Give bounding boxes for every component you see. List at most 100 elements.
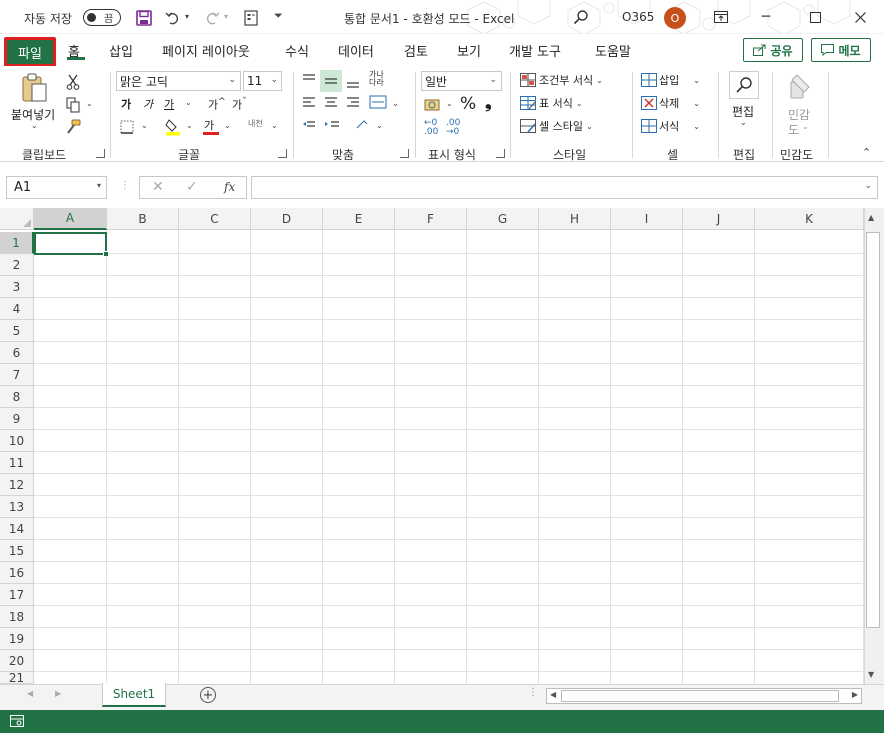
copy-icon[interactable] xyxy=(64,96,82,114)
tab-developer[interactable]: 개발 도구 xyxy=(509,41,561,60)
sensitivity-dropdown-icon[interactable]: ⌄ xyxy=(802,122,809,131)
row-header[interactable]: 20 xyxy=(0,650,34,672)
insert-function-button[interactable]: fx xyxy=(224,180,235,194)
row-header[interactable]: 11 xyxy=(0,452,34,474)
paste-dropdown-icon[interactable]: ⌄ xyxy=(31,121,38,130)
cell-styles-button[interactable]: 셀 스타일 ⌄ xyxy=(520,117,593,135)
fill-color-icon[interactable] xyxy=(163,117,183,137)
wrap-text-icon[interactable]: 가나 다라 xyxy=(369,71,384,87)
sensitivity-button-line2[interactable]: 도 xyxy=(788,121,799,138)
row-header[interactable]: 4 xyxy=(0,298,34,320)
underline-button[interactable]: 가 xyxy=(164,96,174,112)
tab-page-layout[interactable]: 페이지 레이아웃 xyxy=(162,41,250,60)
scroll-up-icon[interactable]: ▲ xyxy=(868,213,874,222)
row-header[interactable]: 14 xyxy=(0,518,34,540)
tab-view[interactable]: 보기 xyxy=(457,41,481,60)
row-header[interactable]: 2 xyxy=(0,254,34,276)
percent-button[interactable]: % xyxy=(460,94,476,114)
column-header[interactable]: B xyxy=(107,208,179,230)
add-sheet-button[interactable]: + xyxy=(200,687,216,703)
maximize-button[interactable] xyxy=(800,6,830,28)
horizontal-scrollbar[interactable]: ◀ ▶ xyxy=(546,688,862,704)
ribbon-display-icon[interactable] xyxy=(712,9,730,25)
close-button[interactable] xyxy=(845,6,875,28)
redo-dropdown-icon[interactable]: ▾ xyxy=(224,12,228,21)
shrink-font-button[interactable]: 가ˇ xyxy=(232,96,247,113)
row-header[interactable]: 8 xyxy=(0,386,34,408)
undo-icon[interactable] xyxy=(163,8,183,28)
prev-sheet-icon[interactable]: ◀ xyxy=(27,689,33,698)
row-header[interactable]: 17 xyxy=(0,584,34,606)
comma-button[interactable]: ❟ xyxy=(485,93,492,113)
row-header[interactable]: 13 xyxy=(0,496,34,518)
format-cells-button[interactable]: 서식 ⌄ xyxy=(641,117,700,135)
font-size-select[interactable]: 11 ⌄ xyxy=(243,71,282,91)
conditional-formatting-button[interactable]: 조건부 서식 ⌄ xyxy=(520,71,603,89)
expand-formula-bar-icon[interactable]: ⌄ xyxy=(864,181,872,191)
column-header[interactable]: D xyxy=(251,208,323,230)
tab-data[interactable]: 데이터 xyxy=(338,41,374,60)
horizontal-scroll-thumb[interactable] xyxy=(561,690,839,702)
column-header[interactable]: H xyxy=(539,208,611,230)
active-cell[interactable] xyxy=(34,232,107,255)
phonetic-dropdown-icon[interactable]: ⌄ xyxy=(271,121,278,130)
formula-input[interactable]: ⌄ xyxy=(251,176,878,199)
fill-color-dropdown-icon[interactable]: ⌄ xyxy=(186,121,193,130)
column-header[interactable]: J xyxy=(683,208,755,230)
find-select-icon[interactable] xyxy=(729,71,759,99)
column-header[interactable]: G xyxy=(467,208,539,230)
accounting-dropdown-icon[interactable]: ⌄ xyxy=(446,99,453,108)
paste-icon[interactable] xyxy=(20,72,50,104)
font-launcher-icon[interactable] xyxy=(278,149,287,158)
tab-formulas[interactable]: 수식 xyxy=(285,41,309,60)
grow-font-button[interactable]: 가^ xyxy=(208,96,226,113)
delete-cells-button[interactable]: 삭제 ⌄ xyxy=(641,94,700,112)
next-sheet-icon[interactable]: ▶ xyxy=(55,689,61,698)
search-icon[interactable] xyxy=(572,8,590,26)
scroll-left-icon[interactable]: ◀ xyxy=(550,690,556,699)
cancel-entry-icon[interactable]: ✕ xyxy=(152,179,164,195)
row-header[interactable]: 3 xyxy=(0,276,34,298)
row-header[interactable]: 6 xyxy=(0,342,34,364)
cut-icon[interactable] xyxy=(64,73,82,91)
row-header[interactable]: 18 xyxy=(0,606,34,628)
clipboard-launcher-icon[interactable] xyxy=(96,149,105,158)
avatar[interactable]: O xyxy=(664,7,686,29)
row-header[interactable]: 19 xyxy=(0,628,34,650)
share-button[interactable]: 공유 xyxy=(743,38,803,62)
enter-entry-icon[interactable]: ✓ xyxy=(186,179,198,195)
tab-help[interactable]: 도움말 xyxy=(595,41,631,60)
insert-cells-button[interactable]: 삽입 ⌄ xyxy=(641,71,700,89)
comments-button[interactable]: 메모 xyxy=(811,38,871,62)
account-name[interactable]: O365 xyxy=(622,10,654,24)
save-icon[interactable] xyxy=(134,8,154,28)
collapse-ribbon-icon[interactable]: ⌃ xyxy=(862,146,871,159)
column-header[interactable]: C xyxy=(179,208,251,230)
underline-dropdown-icon[interactable]: ⌄ xyxy=(185,98,192,107)
minimize-button[interactable]: ─ xyxy=(751,6,781,28)
tab-file[interactable]: 파일 xyxy=(4,37,56,67)
format-as-table-button[interactable]: 표 서식 ⌄ xyxy=(520,94,583,112)
row-header[interactable]: 5 xyxy=(0,320,34,342)
row-header[interactable]: 16 xyxy=(0,562,34,584)
font-name-select[interactable]: 맑은 고딕 ⌄ xyxy=(116,71,241,91)
row-header[interactable]: 15 xyxy=(0,540,34,562)
column-header[interactable]: K xyxy=(755,208,864,230)
row-header[interactable]: 10 xyxy=(0,430,34,452)
column-header[interactable]: F xyxy=(395,208,467,230)
tab-split-handle-icon[interactable]: ⋮ xyxy=(528,687,538,698)
editing-dropdown-icon[interactable]: ⌄ xyxy=(740,118,747,127)
number-format-select[interactable]: 일반 ⌄ xyxy=(421,71,502,91)
sheet-tab[interactable]: Sheet1 xyxy=(102,683,166,707)
number-launcher-icon[interactable] xyxy=(496,149,505,158)
format-painter-icon[interactable] xyxy=(64,118,82,136)
name-box[interactable]: A1 ▾ xyxy=(6,176,107,199)
column-header[interactable]: A xyxy=(34,208,107,230)
tab-insert[interactable]: 삽입 xyxy=(109,41,133,60)
copy-dropdown-icon[interactable]: ⌄ xyxy=(86,99,93,108)
decrease-decimal-icon[interactable]: .00 →0 xyxy=(446,119,460,137)
row-header[interactable]: 7 xyxy=(0,364,34,386)
alignment-launcher-icon[interactable] xyxy=(400,149,409,158)
vertical-scroll-thumb[interactable] xyxy=(866,232,880,628)
phonetic-button[interactable]: 내천 xyxy=(248,118,263,129)
